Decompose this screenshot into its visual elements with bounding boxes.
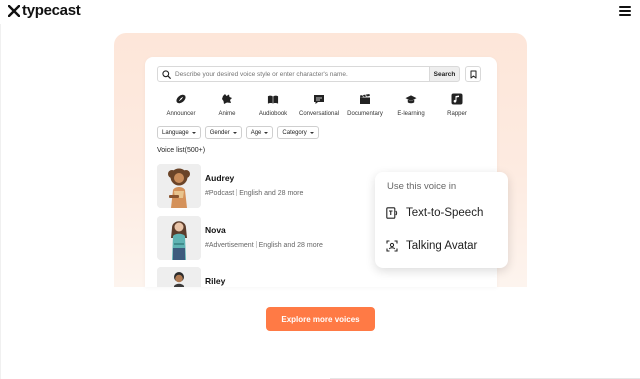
chevron-down-icon [309, 131, 314, 134]
talking-avatar-icon [386, 240, 398, 252]
filter-language[interactable]: Language [157, 126, 201, 139]
category-label: E-learning [397, 111, 425, 117]
avatar [157, 267, 201, 287]
filter-label: Language [162, 129, 189, 136]
voice-name: Riley [205, 276, 226, 286]
voice-item-riley[interactable]: Riley [157, 267, 225, 287]
clapperboard-icon [360, 94, 370, 104]
text-to-speech-option[interactable]: Text-to-Speech [386, 207, 483, 219]
category-label: Rapper [447, 111, 467, 117]
popup-title: Use this voice in [387, 181, 457, 192]
top-bar: typecast [0, 0, 640, 24]
voice-meta: #Podcast English and 28 more [205, 189, 303, 197]
use-voice-popup: Use this voice in Text-to-Speech Talking… [375, 172, 508, 268]
filter-row: Language Gender Age Category [157, 126, 319, 139]
football-icon [176, 94, 186, 104]
avatar-riley-image [157, 267, 201, 287]
chevron-down-icon [232, 131, 237, 134]
voice-item-nova[interactable]: Nova #Advertisement English and 28 more [157, 216, 323, 260]
music-note-icon [451, 93, 463, 105]
text-to-speech-icon [386, 207, 398, 219]
voice-item-audrey[interactable]: Audrey #Podcast English and 28 more [157, 164, 303, 208]
explore-more-voices-button[interactable]: Explore more voices [266, 307, 375, 331]
category-label: Announcer [166, 111, 196, 117]
chevron-down-icon [191, 131, 196, 134]
category-documentary[interactable]: Documentary [343, 93, 387, 117]
search-box[interactable] [157, 66, 431, 82]
text-to-speech-label: Text-to-Speech [406, 207, 484, 219]
avatar-nova-image [157, 216, 201, 260]
avatar [157, 216, 201, 260]
voice-languages: English and 28 more [258, 242, 323, 249]
search-input[interactable] [171, 70, 421, 78]
voice-meta: #Advertisement English and 28 more [205, 241, 323, 249]
graduation-cap-icon [405, 94, 417, 103]
voice-name: Nova [205, 225, 226, 235]
hamburger-menu-icon[interactable] [619, 6, 631, 16]
filter-label: Age [250, 129, 262, 136]
logo-text: typecast [22, 2, 81, 19]
category-label: Audiobook [258, 111, 288, 117]
category-label: Anime [218, 111, 236, 117]
talking-avatar-option[interactable]: Talking Avatar [386, 240, 477, 252]
category-audiobook[interactable]: Audiobook [251, 93, 295, 117]
filter-age[interactable]: Age [245, 126, 274, 139]
filter-category[interactable]: Category [277, 126, 319, 139]
category-e-learning[interactable]: E-learning [389, 93, 433, 117]
voice-name: Audrey [205, 173, 235, 183]
chevron-down-icon [264, 131, 269, 134]
category-anime[interactable]: Anime [205, 93, 249, 117]
book-icon [267, 95, 279, 104]
category-conversational[interactable]: Conversational [297, 93, 341, 117]
chat-bubble-icon [314, 94, 324, 104]
category-rapper[interactable]: Rapper [435, 93, 479, 117]
filter-label: Gender [209, 129, 230, 136]
voice-tag: #Advertisement [205, 242, 254, 249]
category-announcer[interactable]: Announcer [159, 93, 203, 117]
page-edge [0, 24, 1, 379]
bookmark-icon [470, 70, 476, 78]
filter-gender[interactable]: Gender [204, 126, 242, 139]
voice-languages: English and 28 more [239, 190, 304, 197]
typecast-logo-icon [8, 5, 20, 17]
search-icon [162, 69, 171, 79]
category-label: Conversational [298, 111, 340, 117]
typecast-logo[interactable]: typecast [8, 2, 81, 19]
avatar-audrey-image [157, 164, 201, 208]
category-label: Documentary [347, 111, 383, 117]
bookmark-button[interactable] [465, 66, 481, 82]
search-row: Search [157, 66, 481, 82]
talking-avatar-label: Talking Avatar [406, 240, 478, 252]
search-button[interactable]: Search [429, 66, 460, 82]
voice-tag: #Podcast [205, 190, 235, 197]
avatar [157, 164, 201, 208]
filter-label: Category [282, 129, 307, 136]
category-bar: Announcer Anime Audiobook Conversational… [159, 93, 479, 117]
voice-list-title: Voice list(500+) [157, 147, 206, 154]
anime-icon [222, 94, 232, 104]
